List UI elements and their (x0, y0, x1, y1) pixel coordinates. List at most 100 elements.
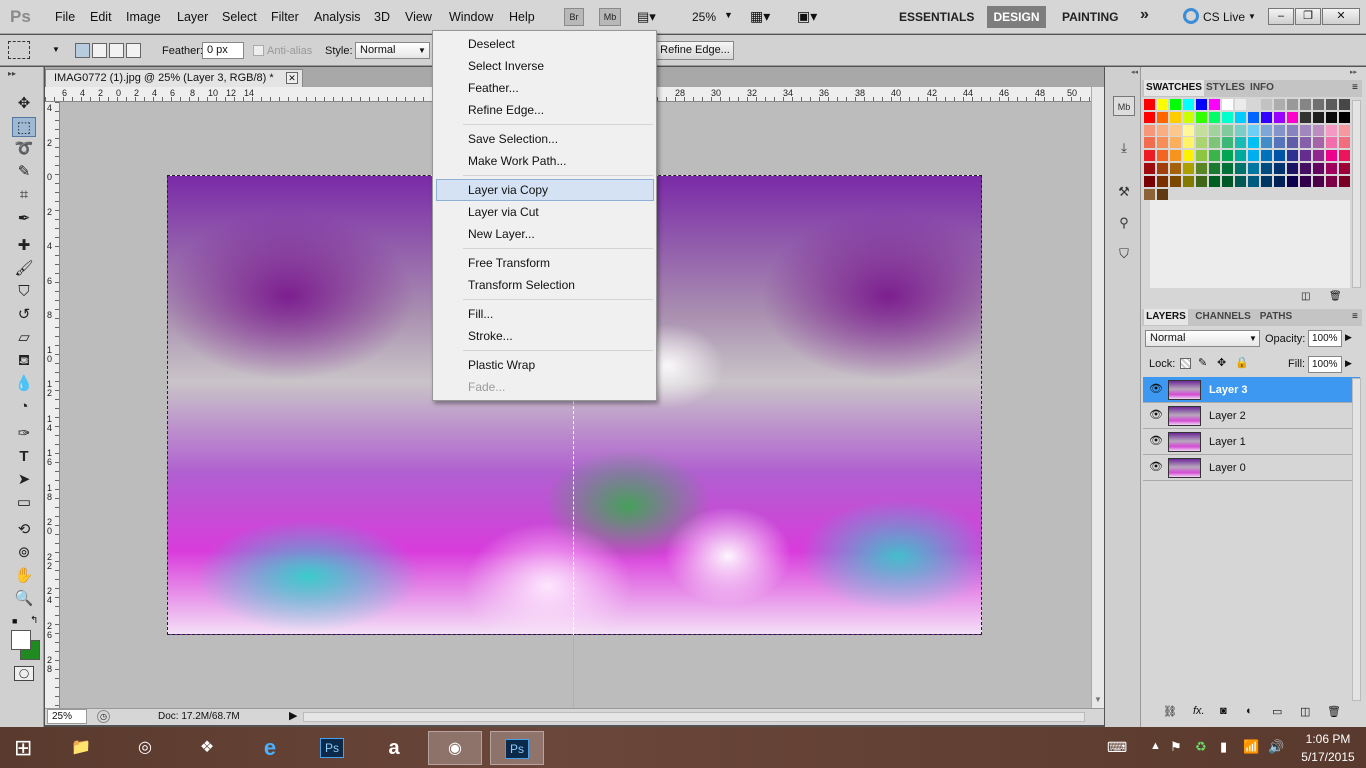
color-swatch[interactable] (1313, 137, 1324, 149)
color-swatch[interactable] (1157, 99, 1168, 110)
color-swatch[interactable] (1300, 99, 1311, 110)
add-to-selection-icon[interactable] (92, 43, 107, 58)
menu-option-feather[interactable]: Feather... (434, 77, 655, 99)
blend-mode-select[interactable]: Normal (1145, 330, 1260, 347)
history-panel-icon[interactable]: ⤓ (1113, 138, 1135, 158)
visibility-eye-icon[interactable]: 👁 (1149, 408, 1163, 422)
color-swatch[interactable] (1157, 124, 1168, 136)
color-swatch[interactable] (1196, 124, 1207, 136)
color-swatch[interactable] (1144, 124, 1155, 136)
color-swatch[interactable] (1209, 150, 1220, 162)
tab-layers[interactable]: LAYERS (1144, 309, 1188, 325)
color-swatch[interactable] (1326, 124, 1337, 136)
camera-app-icon[interactable]: ◎ (118, 731, 172, 765)
layer-row[interactable]: 👁 Layer 0 (1143, 455, 1360, 481)
color-swatch[interactable] (1248, 111, 1259, 123)
scroll-down-icon[interactable]: ▼ (1094, 695, 1102, 704)
color-swatch[interactable] (1261, 150, 1272, 162)
menu-option-stroke[interactable]: Stroke... (434, 325, 655, 347)
color-swatch[interactable] (1209, 99, 1220, 110)
color-swatch[interactable] (1261, 111, 1272, 123)
layers-panel-menu-icon[interactable]: ≡ (1352, 311, 1358, 322)
bridge-button[interactable]: Br (564, 8, 584, 26)
color-swatch[interactable] (1326, 99, 1337, 110)
color-swatch[interactable] (1209, 175, 1220, 187)
color-swatch[interactable] (1261, 163, 1272, 174)
crop-tool-icon[interactable]: ⌗ (12, 185, 36, 205)
color-swatch[interactable] (1196, 150, 1207, 162)
zoom-chevron-icon[interactable]: ▼ (724, 10, 733, 20)
battery-icon[interactable]: ▮ (1220, 739, 1227, 755)
color-swatch[interactable] (1183, 150, 1194, 162)
swap-colors-icon[interactable]: ↰ (30, 615, 38, 626)
default-colors-icon[interactable]: ■ (12, 616, 17, 626)
color-swatch[interactable] (1274, 124, 1285, 136)
fill-input[interactable]: 100% (1308, 356, 1342, 373)
color-swatch[interactable] (1144, 111, 1155, 123)
tab-paths[interactable]: PATHS (1254, 309, 1298, 325)
collapse-dock-icon[interactable]: ◂◂ (1131, 68, 1138, 76)
feather-input[interactable]: 0 px (202, 42, 244, 59)
color-swatch[interactable] (1222, 137, 1233, 149)
color-swatch[interactable] (1313, 99, 1324, 110)
screen-mode-icon[interactable]: ▣▾ (797, 8, 817, 25)
tool-preset-chevron-icon[interactable]: ▼ (52, 45, 60, 54)
view-extras-icon[interactable]: ▤▾ (637, 9, 656, 25)
color-swatch[interactable] (1248, 175, 1259, 187)
add-mask-icon[interactable]: ◙ (1220, 705, 1227, 717)
color-swatch[interactable] (1248, 137, 1259, 149)
menu-image[interactable]: Image (126, 10, 161, 24)
color-swatch[interactable] (1274, 150, 1285, 162)
menu-option-plastic-wrap[interactable]: Plastic Wrap (434, 354, 655, 376)
subtract-from-selection-icon[interactable] (109, 43, 124, 58)
color-swatch[interactable] (1170, 137, 1181, 149)
menu-option-fill[interactable]: Fill... (434, 303, 655, 325)
color-swatch[interactable] (1274, 111, 1285, 123)
color-swatch[interactable] (1274, 137, 1285, 149)
color-swatch[interactable] (1248, 163, 1259, 174)
menu-option-make-work-path[interactable]: Make Work Path... (434, 150, 655, 172)
restore-icon[interactable]: ❐ (1295, 8, 1321, 25)
color-swatch[interactable] (1313, 124, 1324, 136)
close-icon[interactable]: ✕ (1322, 8, 1360, 25)
paint-bucket-tool-icon[interactable]: ⛾ (12, 351, 36, 371)
color-swatch[interactable] (1183, 163, 1194, 174)
swatches-panel-menu-icon[interactable]: ≡ (1352, 82, 1358, 93)
new-layer-icon[interactable]: ◫ (1300, 705, 1310, 718)
clock-date[interactable]: 5/17/2015 (1297, 750, 1359, 764)
color-swatch[interactable] (1326, 137, 1337, 149)
color-swatch[interactable] (1196, 137, 1207, 149)
layer-row[interactable]: 👁 Layer 3 (1143, 377, 1360, 403)
brush-tool-icon[interactable]: 🖌 (12, 259, 36, 279)
collapse-panels-icon[interactable]: ▸▸ (1350, 68, 1357, 76)
zoom-tool-icon[interactable]: 🔍 (12, 589, 36, 609)
menu-analysis[interactable]: Analysis (314, 10, 361, 24)
color-swatch[interactable] (1183, 175, 1194, 187)
color-swatch[interactable] (1339, 175, 1350, 187)
color-swatch[interactable] (1300, 163, 1311, 174)
color-swatch[interactable] (1170, 111, 1181, 123)
layer-name[interactable]: Layer 2 (1209, 410, 1246, 422)
new-swatch-icon[interactable]: ◫ (1301, 291, 1310, 302)
quick-selection-tool-icon[interactable]: ✎ (12, 162, 36, 182)
cslive-chevron-icon[interactable]: ▼ (1248, 12, 1256, 21)
arrange-documents-icon[interactable]: ▦▾ (750, 8, 770, 25)
color-swatch[interactable] (1326, 111, 1337, 123)
sync-icon[interactable]: ♻ (1195, 739, 1207, 755)
guide-line[interactable] (573, 635, 574, 708)
windows-start-icon[interactable]: ⊞ (14, 735, 40, 761)
color-swatch[interactable] (1274, 163, 1285, 174)
layer-style-icon[interactable]: fx. (1193, 705, 1205, 717)
opacity-input[interactable]: 100% (1308, 330, 1342, 347)
color-swatch[interactable] (1287, 137, 1298, 149)
quick-mask-icon[interactable]: ◯ (14, 666, 34, 681)
photoshop-pinned-icon[interactable]: Ps (305, 731, 359, 765)
color-swatch[interactable] (1183, 111, 1194, 123)
intersect-selection-icon[interactable] (126, 43, 141, 58)
menu-file[interactable]: File (55, 10, 75, 24)
layer-row[interactable]: 👁 Layer 1 (1143, 429, 1360, 455)
menu-layer[interactable]: Layer (177, 10, 208, 24)
color-swatch[interactable] (1144, 150, 1155, 162)
color-swatch[interactable] (1261, 175, 1272, 187)
menu-option-layer-via-copy[interactable]: Layer via Copy (436, 179, 654, 201)
